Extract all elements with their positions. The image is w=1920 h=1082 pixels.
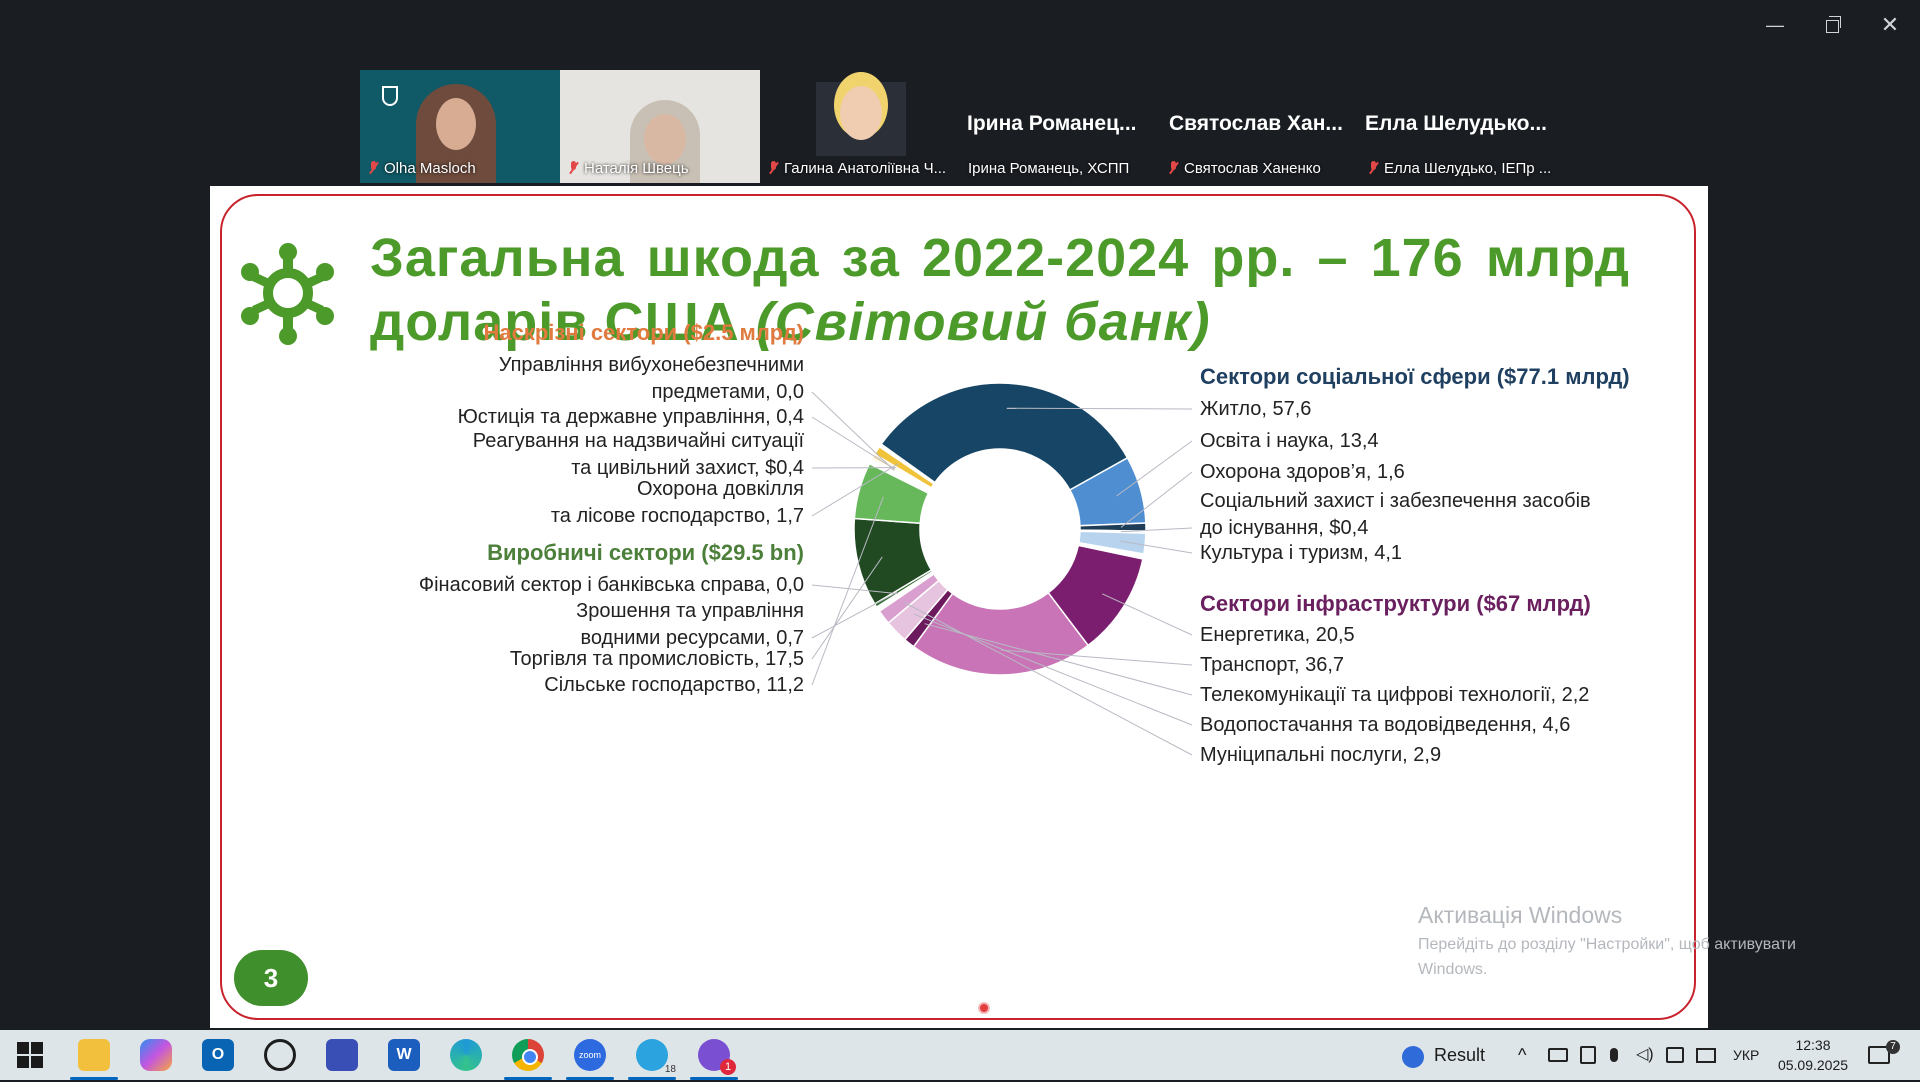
word-icon[interactable]: W	[388, 1039, 420, 1071]
mic-muted-icon	[1368, 161, 1378, 175]
chevron-up-icon[interactable]: ^	[1518, 1030, 1526, 1080]
sector-group-header: Сектори соціальної сфери ($77.1 млрд)	[1200, 364, 1630, 390]
system-clock[interactable]: 12:38 05.09.2025	[1773, 1035, 1853, 1075]
participant-face	[436, 98, 476, 150]
sector-group-header: Наскрізні сектори ($2.5 млрд)	[483, 320, 804, 346]
institution-logo-icon	[382, 86, 398, 106]
windows-activation-title: Активація Windows	[1418, 902, 1622, 929]
participant-face	[644, 114, 686, 164]
copilot-icon[interactable]	[140, 1039, 172, 1071]
mic-muted-icon	[1168, 161, 1178, 175]
volume-icon[interactable]: ◁)	[1636, 1030, 1654, 1080]
restore-icon	[1826, 20, 1839, 33]
sector-group-header: Сектори інфраструктури ($67 млрд)	[1200, 591, 1591, 617]
participant-name: Ірина Романець, ХСПП	[968, 160, 1129, 177]
save-app-icon[interactable]	[326, 1039, 358, 1071]
participant-name: Святослав Ханенко	[1168, 160, 1321, 177]
sector-label: Юстиція та державне управління, 0,4	[458, 404, 804, 431]
sector-label: Транспорт, 36,7	[1200, 652, 1344, 679]
sector-group-header: Виробничі сектори ($29.5 bn)	[487, 540, 804, 566]
sector-label: Торгівля та промисловість, 17,5	[510, 646, 804, 673]
zoom-icon[interactable]: zoom	[574, 1039, 606, 1071]
battery-icon[interactable]	[1548, 1030, 1568, 1080]
video-tile[interactable]: Наталія Швець	[560, 70, 760, 183]
participant-name: Елла Шелудько, ІЕПр ...	[1368, 160, 1551, 177]
meet-now-icon[interactable]	[1580, 1030, 1596, 1080]
close-button[interactable]: ✕	[1870, 12, 1910, 38]
sector-label: Телекомунікації та цифрові технології, 2…	[1200, 682, 1589, 709]
viber-icon[interactable]: 1	[698, 1039, 730, 1071]
sector-label: Охорона довкіллята лісове господарство, …	[551, 476, 804, 530]
viber-badge: 1	[720, 1059, 736, 1075]
notifications-icon[interactable]: 7	[1868, 1030, 1890, 1080]
windows-activation-text: Перейдіть до розділу "Настройки", щоб ак…	[1418, 936, 1796, 954]
video-tile[interactable]: Галина Анатоліївна Ч...	[760, 70, 960, 183]
video-tile[interactable]: Olha Masloch	[360, 70, 560, 183]
laser-pointer-dot	[978, 1002, 990, 1014]
sector-label: Культура і туризм, 4,1	[1200, 540, 1402, 567]
sector-label: Освіта і наука, 13,4	[1200, 428, 1379, 455]
file-explorer-icon[interactable]	[78, 1039, 110, 1071]
taskbar: O W zoom 18 1 Result ^ ◁) УКР 12:38 05.0…	[0, 1030, 1920, 1080]
microphone-icon[interactable]	[1610, 1030, 1618, 1080]
minimize-button[interactable]: —	[1755, 12, 1795, 38]
sector-label: Сільське господарство, 11,2	[544, 672, 804, 699]
restore-button[interactable]	[1812, 12, 1852, 38]
participant-display-name: Святослав Хан...	[1169, 112, 1343, 136]
outlook-icon[interactable]: O	[202, 1039, 234, 1071]
participant-name: Галина Анатоліївна Ч...	[768, 160, 946, 177]
screen-capture-icon[interactable]	[1666, 1030, 1684, 1080]
mic-muted-icon	[568, 161, 578, 175]
sector-label: Зрошення та управлінняводними ресурсами,…	[576, 598, 804, 652]
result-label: Result	[1434, 1045, 1485, 1065]
sector-label: Житло, 57,6	[1200, 396, 1311, 423]
participant-name: Olha Masloch	[368, 160, 476, 177]
sector-label: Охорона здоров’я, 1,6	[1200, 459, 1405, 486]
chrome-icon[interactable]	[512, 1039, 544, 1071]
sector-label: Реагування на надзвичайні ситуаціїта цив…	[473, 428, 804, 482]
network-icon[interactable]	[1696, 1030, 1716, 1080]
participant-face	[840, 86, 882, 140]
language-indicator[interactable]: УКР	[1733, 1030, 1759, 1080]
clock-date: 05.09.2025	[1773, 1055, 1853, 1075]
start-icon[interactable]	[16, 1041, 44, 1069]
sector-label: Управління вибухонебезпечнимипредметами,…	[499, 352, 804, 406]
mic-muted-icon	[368, 161, 378, 175]
sector-label: Водопостачання та водовідведення, 4,6	[1200, 712, 1570, 739]
shared-slide: Загальна шкода за 2022-2024 рр. – 176 мл…	[210, 186, 1708, 1028]
participant-name: Наталія Швець	[568, 160, 689, 177]
edge-icon[interactable]	[450, 1039, 482, 1071]
telegram-icon[interactable]: 18	[636, 1039, 668, 1071]
sector-label: Енергетика, 20,5	[1200, 622, 1355, 649]
leader-line	[812, 392, 894, 470]
weather-icon	[1402, 1046, 1424, 1068]
windows-activation-text: Windows.	[1418, 961, 1487, 979]
clock-time: 12:38	[1773, 1035, 1853, 1055]
sector-label: Соціальний захист і забезпечення засобів…	[1200, 488, 1591, 542]
telegram-badge: 18	[665, 1064, 676, 1075]
result-widget[interactable]: Result	[1402, 1030, 1485, 1080]
whatsapp-icon[interactable]	[264, 1039, 296, 1071]
mic-muted-icon	[768, 161, 778, 175]
sector-label: Муніципальні послуги, 2,9	[1200, 742, 1441, 769]
participant-display-name: Елла Шелудько...	[1365, 112, 1547, 136]
sector-label: Фінасовий сектор і банківська справа, 0,…	[419, 572, 804, 599]
leader-line	[812, 557, 882, 659]
participant-display-name: Ірина Романец...	[967, 112, 1137, 136]
slide-page-number: 3	[234, 950, 308, 1006]
notification-count: 7	[1886, 1040, 1900, 1054]
